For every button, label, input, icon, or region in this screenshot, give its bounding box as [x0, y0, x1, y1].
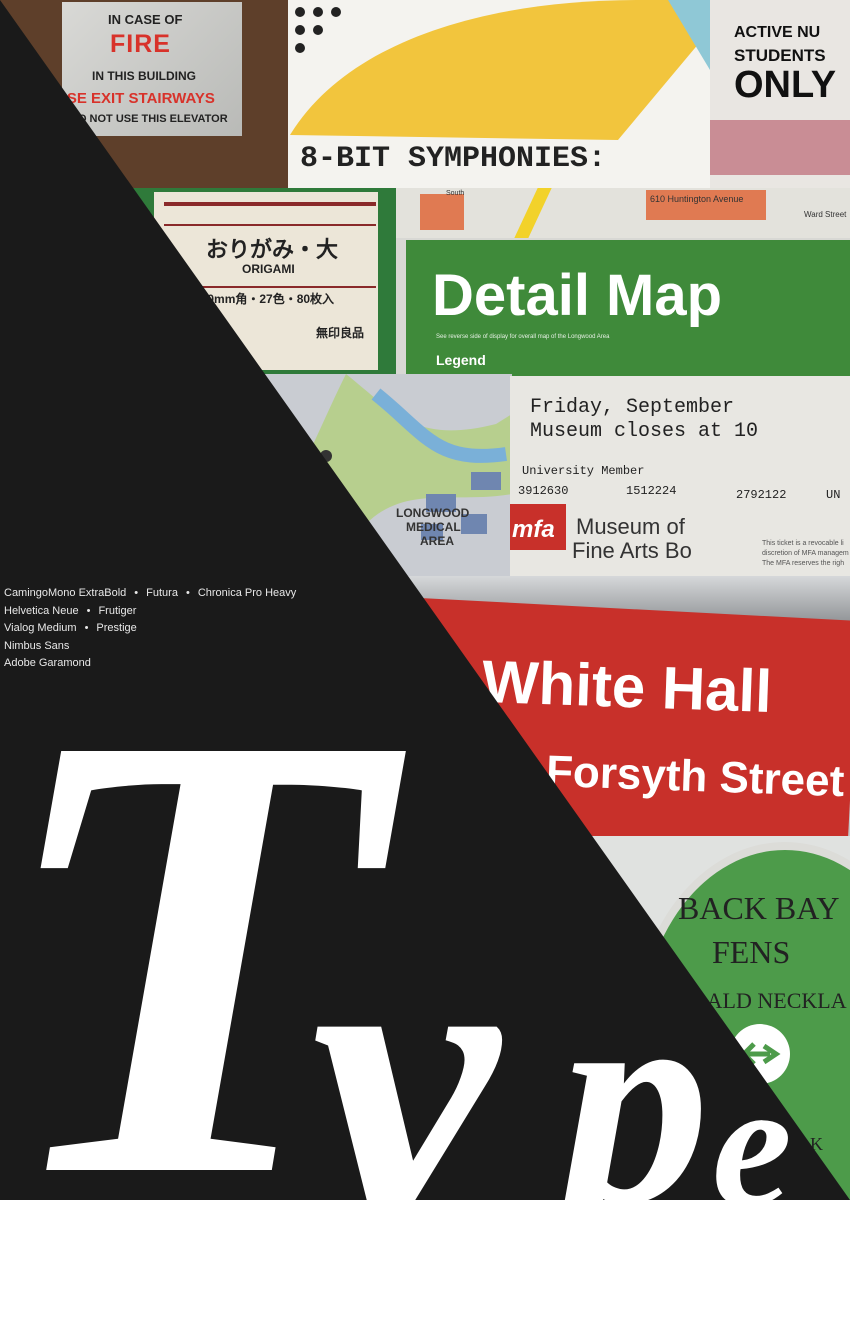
- map-drawing: [256, 374, 512, 578]
- ticket-fine-2: discretion of MFA managem: [762, 550, 849, 557]
- detail-map-sign-photo: 610 Huntington Avenue Ward Street South …: [396, 188, 850, 376]
- font-row-1: CamingoMono ExtraBold • Futura • Chronica Pr…: [4, 585, 296, 603]
- back-bay-line3: RALD NECKLA: [692, 988, 847, 1013]
- ticket-num-3: 2792122: [736, 488, 787, 502]
- font-name: Futura: [146, 587, 178, 599]
- origami-package-photo: おりがみ・大 ORIGAMI 150mm角・27色・80枚入 無印良品: [130, 188, 398, 374]
- separator: •: [134, 587, 139, 599]
- museum-ticket-photo: Friday, September Museum closes at 10 Un…: [510, 376, 850, 578]
- ticket-num-4: UN: [826, 488, 841, 502]
- origami-spec: 150mm角・27色・80枚入: [194, 292, 335, 306]
- mfa-logo-text: mfa: [512, 516, 555, 543]
- eight-bit-poster-photo: 8-BIT SYMPHONIES:: [288, 0, 710, 190]
- detail-map-subtitle: See reverse side of display for overall …: [436, 334, 610, 340]
- white-hall-sign-photo: White Hall Forsyth Street: [400, 576, 850, 838]
- fire-line5: DO NOT USE THIS ELEVATOR: [70, 113, 228, 125]
- active-line1: ACTIVE NU: [734, 24, 821, 41]
- fire-line1: IN CASE OF: [108, 12, 183, 27]
- eight-bit-title: 8-BIT SYMPHONIES:: [300, 142, 607, 176]
- back-bay-line1: BACK BAY: [678, 890, 840, 926]
- white-hall-line1: White Hall: [480, 647, 774, 726]
- fire-line2: FIRE: [110, 30, 171, 58]
- ticket-num-2: 1512224: [626, 484, 677, 498]
- ticket-member: University Member: [522, 464, 645, 478]
- title-letter-p: p: [560, 934, 710, 1266]
- back-bay-line2: FENS: [712, 934, 791, 970]
- museum-name-2: Fine Arts Bo: [572, 538, 692, 563]
- font-name: CamingoMono ExtraBold: [4, 587, 127, 599]
- fire-line3: IN THIS BUILDING: [92, 69, 196, 83]
- ticket-date: Friday, September: [530, 396, 735, 419]
- longwood-map-photo: LONGWOOD MEDICAL AREA: [256, 374, 512, 578]
- fire-line4: USE EXIT STAIRWAYS: [56, 90, 215, 107]
- map-street-label-2: Ward Street: [804, 210, 847, 219]
- detail-map-legend: Legend: [436, 352, 486, 368]
- separator: •: [185, 587, 190, 599]
- active-line3: ONLY: [734, 64, 837, 106]
- white-hall-line2: Forsyth Street: [545, 746, 846, 807]
- font-name: Chronica Pro Heavy: [197, 587, 297, 599]
- ticket-closing: Museum closes at 10: [530, 420, 759, 443]
- museum-name-1: Museum of: [576, 514, 685, 539]
- title-letter-y: y: [310, 842, 501, 1318]
- origami-brand: 無印良品: [316, 326, 365, 340]
- longwood-line2: MEDICAL: [406, 520, 461, 534]
- active-line2: STUDENTS: [734, 46, 826, 65]
- longwood-line1: LONGWOOD: [396, 506, 470, 520]
- ticket-fine-3: The MFA reserves the righ: [762, 560, 845, 567]
- longwood-line3: AREA: [420, 534, 455, 548]
- map-area-label: South: [446, 190, 465, 197]
- map-street-label-1: 610 Huntington Avenue: [650, 194, 744, 204]
- origami-english: ORIGAMI: [242, 262, 295, 276]
- origami-japanese: おりがみ・大: [206, 237, 339, 262]
- title-letter-e: e: [712, 1045, 792, 1244]
- ticket-num-1: 3912630: [518, 484, 569, 498]
- ticket-fine-1: This ticket is a revocable li: [762, 540, 844, 547]
- active-students-sign-photo: ACTIVE NU STUDENTS ONLY: [710, 0, 850, 190]
- fire-sign-photo: IN CASE OF FIRE IN THIS BUILDING USE EXI…: [0, 0, 290, 190]
- detail-map-title: Detail Map: [432, 263, 723, 328]
